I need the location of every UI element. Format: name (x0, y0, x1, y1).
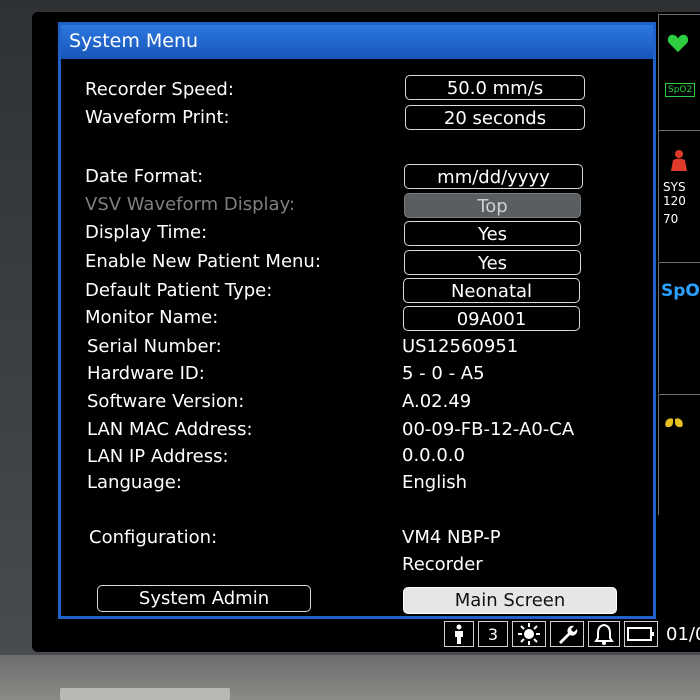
wrench-icon[interactable] (550, 621, 584, 647)
patient-icon[interactable] (444, 621, 474, 647)
recorder-speed-label: Recorder Speed: (85, 79, 234, 100)
waveform-print-label: Waveform Print: (85, 107, 230, 128)
software-version-label: Software Version: (87, 391, 245, 412)
monitor-name-label: Monitor Name: (85, 307, 219, 328)
nbp-person-icon (671, 150, 687, 171)
spo2-big-label: SpO2 (661, 281, 700, 301)
language-label: Language: (87, 472, 182, 493)
main-screen-button[interactable]: Main Screen (403, 587, 617, 614)
hr-tile[interactable]: SpO2 (658, 14, 700, 130)
sys-label: SYS (663, 180, 686, 194)
lan-mac-address-value: 00-09-FB-12-A0-CA (402, 419, 575, 440)
hardware-id-label: Hardware ID: (87, 363, 205, 384)
default-patient-type-label: Default Patient Type: (85, 280, 273, 301)
lan-mac-address-label: LAN MAC Address: (87, 419, 253, 440)
display-time-label: Display Time: (85, 222, 208, 243)
serial-number-label: Serial Number: (87, 336, 222, 357)
alarm-bell-icon[interactable] (588, 621, 620, 647)
configuration-value: VM4 NBP-P (402, 527, 501, 548)
serial-number-value: US12560951 (402, 336, 519, 357)
vsv-waveform-display-label: VSV Waveform Display: (85, 194, 295, 215)
menu-titlebar: System Menu (61, 25, 653, 59)
date-format-label: Date Format: (85, 166, 204, 187)
display-time-field[interactable]: Yes (404, 221, 581, 246)
date-format-field[interactable]: mm/dd/yyyy (404, 164, 583, 189)
battery-icon[interactable] (624, 621, 658, 647)
hardware-id-value: 5 - 0 - A5 (402, 363, 485, 384)
nbp-tile[interactable]: SYS 120 70 (658, 130, 700, 261)
resp-tile[interactable] (658, 394, 700, 515)
lan-ip-address-value: 0.0.0.0 (402, 445, 465, 466)
spo2-tile[interactable]: SpO2 (658, 262, 700, 393)
lan-ip-address-label: LAN IP Address: (87, 446, 229, 467)
configuration-value-extra: Recorder (402, 554, 483, 575)
system-menu-dialog: System Menu Recorder Speed: Waveform Pri… (58, 22, 656, 619)
monitor-bottom-strip (60, 688, 230, 700)
spo2-small-badge: SpO2 (665, 83, 696, 97)
vsv-waveform-display-field: Top (404, 193, 581, 218)
dia-value: 70 (663, 212, 679, 226)
menu-title: System Menu (69, 30, 199, 52)
enable-new-patient-menu-field[interactable]: Yes (404, 250, 581, 275)
monitor-screen: System Menu Recorder Speed: Waveform Pri… (32, 12, 700, 652)
lungs-icon (665, 411, 683, 428)
sys-value: 120 (663, 194, 686, 208)
monitor-name-field[interactable]: 09A001 (403, 306, 580, 331)
recorder-speed-field[interactable]: 50.0 mm/s (405, 75, 585, 100)
status-date: 01/0 (666, 624, 700, 645)
default-patient-type-field[interactable]: Neonatal (403, 278, 580, 303)
waveform-print-field[interactable]: 20 seconds (405, 105, 585, 130)
brightness-icon[interactable] (512, 621, 546, 647)
bed-number[interactable]: 3 (478, 621, 508, 647)
vitals-side-panel: SpO2 SYS 120 70 SpO2 (656, 12, 700, 652)
heart-icon (667, 34, 689, 53)
enable-new-patient-menu-label: Enable New Patient Menu: (85, 251, 321, 272)
software-version-value: A.02.49 (402, 391, 472, 412)
system-admin-button[interactable]: System Admin (97, 585, 311, 612)
language-value: English (402, 472, 467, 493)
configuration-label: Configuration: (89, 527, 218, 548)
